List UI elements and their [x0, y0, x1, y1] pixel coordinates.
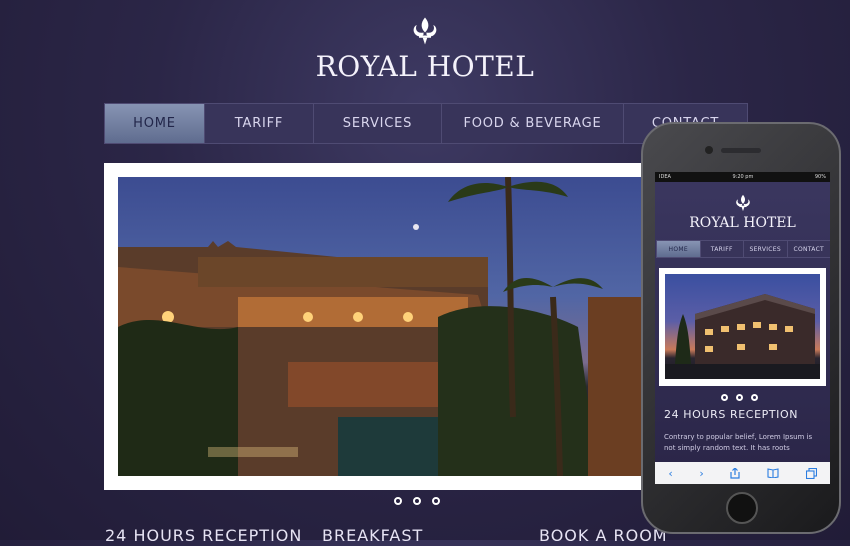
forward-icon[interactable]: › [699, 467, 703, 480]
phone-mockup: IDEA 9:20 pm 90% ROYAL HOTEL HOME TARIFF… [641, 122, 841, 534]
site-logo[interactable]: ROYAL HOTEL [0, 16, 850, 83]
mobile-nav-home[interactable]: HOME [657, 241, 701, 257]
share-icon[interactable] [730, 467, 740, 479]
back-icon[interactable]: ‹ [668, 467, 672, 480]
fleur-de-lis-icon [735, 194, 750, 212]
bookmarks-icon[interactable] [767, 468, 779, 478]
tabs-icon[interactable] [805, 467, 817, 479]
fleur-de-lis-icon [413, 17, 437, 45]
slider-pagination [394, 497, 440, 505]
clock-label: 9:20 pm [732, 174, 754, 180]
nav-home[interactable]: HOME [105, 104, 205, 143]
hero-image [118, 177, 664, 476]
brand-title: ROYAL HOTEL [315, 50, 535, 83]
phone-home-button [726, 492, 758, 524]
nav-food-beverage[interactable]: FOOD & BEVERAGE [442, 104, 624, 143]
camera-icon [705, 146, 713, 154]
mobile-nav: HOME TARIFF SERVICES CONTACT [656, 240, 830, 258]
hero-slider [104, 163, 664, 490]
heading-breakfast: BREAKFAST [322, 526, 424, 545]
mobile-nav-services[interactable]: SERVICES [744, 241, 788, 257]
heading-book-room[interactable]: BOOK A ROOM [539, 526, 668, 545]
mobile-slider-pagination [721, 394, 758, 401]
status-bar: IDEA 9:20 pm 90% [655, 172, 830, 182]
heading-reception: 24 HOURS RECEPTION [105, 526, 303, 545]
mobile-slider-dot-1[interactable] [721, 394, 728, 401]
slider-dot-1[interactable] [394, 497, 402, 505]
browser-toolbar: ‹ › [655, 462, 830, 484]
slider-dot-3[interactable] [432, 497, 440, 505]
battery-label: 90% [814, 174, 826, 180]
mobile-hero-image [665, 274, 820, 379]
phone-screen: IDEA 9:20 pm 90% ROYAL HOTEL HOME TARIFF… [655, 172, 830, 484]
mobile-nav-tariff[interactable]: TARIFF [701, 241, 744, 257]
carrier-label: IDEA [659, 174, 671, 180]
mobile-slider-dot-2[interactable] [736, 394, 743, 401]
mobile-nav-contact[interactable]: CONTACT [788, 241, 831, 257]
speaker-grille [721, 148, 761, 153]
slider-dot-2[interactable] [413, 497, 421, 505]
hotel-building-image [665, 294, 820, 379]
mobile-brand-title: ROYAL HOTEL [689, 215, 796, 231]
hotel-night-scene [118, 177, 664, 476]
nav-tariff[interactable]: TARIFF [205, 104, 314, 143]
mobile-section-heading: 24 HOURS RECEPTION [664, 408, 799, 421]
nav-services[interactable]: SERVICES [314, 104, 442, 143]
mobile-slider-dot-3[interactable] [751, 394, 758, 401]
mobile-section-text: Contrary to popular belief, Lorem Ipsum … [664, 433, 813, 452]
mobile-slider [659, 268, 826, 386]
